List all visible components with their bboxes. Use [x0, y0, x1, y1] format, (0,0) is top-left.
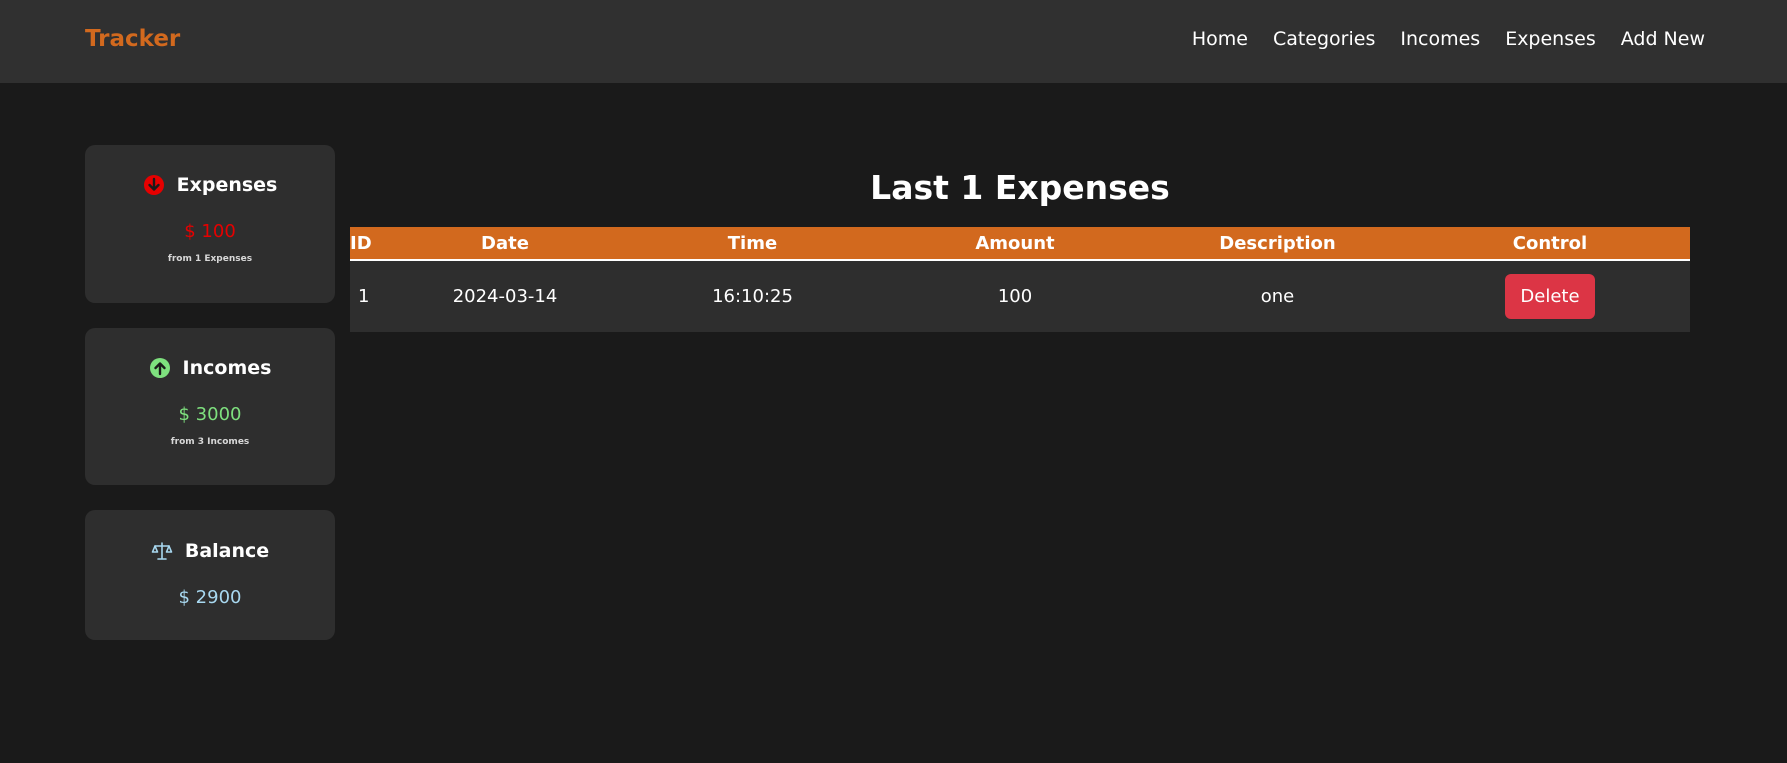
cell-date: 2024-03-14: [452, 286, 558, 307]
column-header-time: Time: [727, 232, 778, 254]
cell-time: 16:10:25: [712, 286, 793, 307]
column-header-amount: Amount: [975, 232, 1055, 254]
expenses-card-subtitle: from 1 Expenses: [167, 254, 253, 264]
delete-button[interactable]: Delete: [1505, 274, 1595, 319]
column-header-description: Description: [1219, 232, 1336, 254]
nav-link-categories[interactable]: Categories: [1273, 25, 1375, 53]
cell-id: 1: [358, 286, 370, 307]
expenses-card-header: Expenses: [85, 172, 335, 198]
arrow-up-circle-icon: [149, 357, 171, 379]
cell-control: Delete: [1410, 260, 1690, 332]
expenses-table: ID Date Time Amount Description Control …: [350, 227, 1690, 332]
navbar: Tracker Home Categories Incomes Expenses…: [0, 0, 1787, 83]
brand-link[interactable]: Tracker: [85, 23, 180, 55]
balance-card-amount: $ 2900: [178, 587, 242, 608]
incomes-card-subtitle: from 3 Incomes: [170, 437, 250, 447]
arrow-down-circle-icon: [143, 174, 165, 196]
balance-card-header: Balance: [85, 538, 335, 564]
expenses-summary-card: Expenses $ 100 from 1 Expenses: [85, 145, 335, 303]
nav-link-expenses[interactable]: Expenses: [1505, 25, 1596, 53]
incomes-card-amount: $ 3000: [178, 404, 242, 425]
expenses-card-title: Expenses: [176, 174, 278, 196]
column-header-id: ID: [350, 232, 372, 254]
cell-amount: 100: [997, 286, 1033, 307]
table-header-row: ID Date Time Amount Description Control: [350, 227, 1690, 260]
nav-links: Home Categories Incomes Expenses Add New: [1192, 25, 1705, 53]
expenses-card-amount: $ 100: [184, 221, 236, 242]
page-title: Last 1 Expenses: [870, 168, 1170, 207]
incomes-card-header: Incomes: [85, 355, 335, 381]
column-header-date: Date: [481, 232, 529, 254]
nav-link-add-new[interactable]: Add New: [1621, 25, 1705, 53]
table-row: 1 2024-03-14 16:10:25 100 one Delete: [350, 260, 1690, 332]
nav-link-home[interactable]: Home: [1192, 25, 1248, 53]
balance-card-title: Balance: [184, 540, 270, 562]
incomes-card-title: Incomes: [182, 357, 272, 379]
scale-icon: [151, 540, 173, 562]
column-header-control: Control: [1512, 232, 1588, 254]
incomes-summary-card: Incomes $ 3000 from 3 Incomes: [85, 328, 335, 485]
balance-summary-card: Balance $ 2900: [85, 510, 335, 640]
cell-description: one: [1260, 286, 1295, 307]
nav-link-incomes[interactable]: Incomes: [1400, 25, 1480, 53]
